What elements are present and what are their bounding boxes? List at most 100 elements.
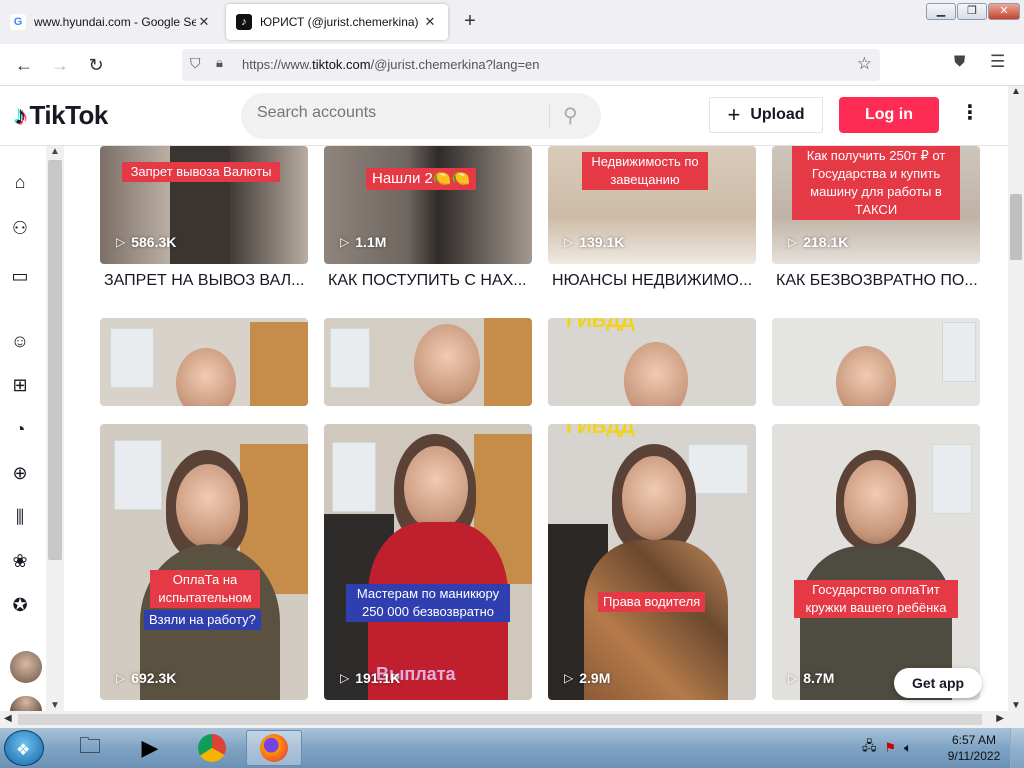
video-card[interactable]: Нашли 2🍋🍋 ▷ 1.1M: [324, 146, 532, 264]
avatar[interactable]: [10, 696, 42, 711]
video-title[interactable]: НЮАНСЫ НЕДВИЖИМО...: [552, 272, 760, 290]
minimize-button[interactable]: ▁: [926, 3, 956, 20]
tab-tiktok[interactable]: ♪ ЮРИСТ (@jurist.chemerkina) T ✕: [226, 4, 448, 40]
chrome-icon[interactable]: [184, 730, 240, 766]
new-tab-button[interactable]: +: [458, 10, 482, 34]
explorer-icon[interactable]: 🗀: [62, 730, 118, 766]
more-options-icon[interactable]: ⋮: [960, 100, 980, 125]
tiktok-logo[interactable]: ♪ TikTok: [14, 100, 108, 131]
close-tab-icon[interactable]: ✕: [196, 14, 212, 30]
shelf: [250, 322, 308, 406]
clock[interactable]: 6:57 AM 9/11/2022: [944, 732, 1004, 764]
person-face: [176, 464, 240, 548]
scrollbar-corner: [1008, 711, 1024, 728]
back-icon[interactable]: ←: [12, 53, 36, 77]
clock-date: 9/11/2022: [947, 749, 1001, 763]
scroll-right-icon[interactable]: ▶: [996, 713, 1004, 724]
video-preview[interactable]: ГИБДД: [548, 318, 756, 406]
video-preview[interactable]: [100, 318, 308, 406]
firefox-icon[interactable]: [246, 730, 302, 766]
url-text[interactable]: https://www.tiktok.com/@jurist.chemerkin…: [242, 57, 540, 72]
page-scrollbar[interactable]: ▲ ▼: [1008, 86, 1024, 711]
play-icon: ▷: [340, 671, 350, 685]
video-title[interactable]: КАК БЕЗВОЗВРАТНО ПО...: [776, 272, 984, 290]
forward-icon[interactable]: →: [48, 53, 72, 77]
video-caption: Мастерам по маникюру 250 000 безвозвратн…: [346, 584, 510, 622]
reload-icon[interactable]: ↻: [84, 53, 108, 77]
tiktok-header: ♪ TikTok ⚲ + Upload Log in ⋮: [0, 86, 1008, 146]
tab-google[interactable]: G www.hyundai.com - Google Sea ✕: [0, 4, 222, 40]
horizontal-scrollbar[interactable]: ◀ ▶: [0, 711, 1008, 728]
scroll-up-icon[interactable]: ▲: [1011, 86, 1021, 97]
show-desktop-button[interactable]: [1010, 728, 1024, 768]
shield-icon[interactable]: ⛉: [190, 55, 201, 72]
video-card[interactable]: Государство оплаТит кружки вашего ребёнк…: [772, 424, 980, 700]
play-icon: ▷: [564, 235, 574, 249]
video-caption: Государство оплаТит кружки вашего ребёнк…: [794, 580, 958, 618]
play-icon: ▷: [564, 671, 574, 685]
close-window-button[interactable]: ✕: [988, 3, 1020, 20]
video-preview[interactable]: [324, 318, 532, 406]
food-icon[interactable]: ◔: [8, 417, 32, 441]
view-count: ▷ 586.3K: [116, 234, 177, 250]
action-center-icon[interactable]: ⚑: [885, 740, 897, 756]
travel-icon[interactable]: ⊕: [8, 461, 32, 485]
play-icon: ▷: [340, 235, 350, 249]
video-card[interactable]: Как получить 250т ₽ от Государства и куп…: [772, 146, 980, 264]
view-count: ▷ 191.1K: [340, 670, 401, 686]
scroll-down-icon[interactable]: ▼: [50, 700, 60, 711]
scroll-up-icon[interactable]: ▲: [50, 146, 60, 157]
taskbar: ❖ 🗀 ▶ 🖧 ⚑ 🔈︎ 6:57 AM 9/11/2022: [0, 728, 1024, 768]
overlay-text: ГИБДД: [566, 424, 635, 438]
following-icon[interactable]: ⚇: [8, 216, 32, 240]
avatar[interactable]: [10, 651, 42, 683]
pocket-icon[interactable]: ⛊: [954, 53, 965, 70]
certificate-frame: [932, 444, 972, 514]
login-button[interactable]: Log in: [839, 97, 939, 133]
volume-icon[interactable]: 🔈︎: [904, 740, 912, 756]
view-count: ▷ 8.7M: [788, 670, 835, 686]
home-icon[interactable]: ⌂: [8, 170, 32, 194]
search-box: ⚲: [241, 93, 601, 139]
video-caption: Запрет вывоза Валюты: [122, 162, 280, 182]
sports-icon[interactable]: ✪: [8, 593, 32, 617]
bookmark-star-icon[interactable]: ☆: [857, 54, 872, 74]
scroll-left-icon[interactable]: ◀: [4, 713, 12, 724]
network-icon[interactable]: 🖧: [862, 737, 877, 759]
maximize-button[interactable]: ❐: [957, 3, 987, 20]
video-title[interactable]: ЗАПРЕТ НА ВЫВОЗ ВАЛ...: [104, 272, 312, 290]
video-card[interactable]: Мастерам по маникюру 250 000 безвозвратн…: [324, 424, 532, 700]
search-icon[interactable]: ⚲: [563, 103, 578, 128]
play-icon: ▷: [788, 671, 798, 685]
video-card[interactable]: Запрет вывоза Валюты ▷ 586.3K: [100, 146, 308, 264]
scrollbar-thumb[interactable]: [1010, 194, 1022, 260]
live-icon[interactable]: ▭: [8, 264, 32, 288]
certificate-frame: [114, 440, 162, 510]
hamburger-menu-icon[interactable]: ☰: [990, 52, 1005, 72]
overlay-text: ГИБДД: [566, 318, 635, 332]
gaming-icon[interactable]: ⊞: [8, 373, 32, 397]
beauty-icon[interactable]: ⫼: [8, 505, 32, 529]
video-preview[interactable]: [772, 318, 980, 406]
media-player-icon[interactable]: ▶: [122, 730, 178, 766]
scrollbar-thumb[interactable]: [48, 160, 62, 560]
scrollbar-thumb[interactable]: [18, 714, 982, 725]
comedy-icon[interactable]: ☺: [8, 329, 32, 353]
search-input[interactable]: [257, 104, 537, 122]
video-card[interactable]: Недвижимость по завещанию ▷ 139.1K: [548, 146, 756, 264]
url-bar[interactable]: ⛉ 🔒︎ https://www.tiktok.com/@jurist.chem…: [182, 49, 880, 81]
start-button[interactable]: ❖: [4, 730, 44, 766]
video-title[interactable]: КАК ПОСТУПИТЬ С НАХ...: [328, 272, 536, 290]
navigation-bar: ← → ↻ ⛉ 🔒︎ https://www.tiktok.com/@juris…: [0, 44, 1024, 86]
scroll-down-icon[interactable]: ▼: [1011, 700, 1021, 711]
get-app-button[interactable]: Get app: [894, 668, 982, 698]
sidebar-scrollbar[interactable]: ▲ ▼: [46, 146, 64, 711]
video-card[interactable]: ОплаТа на испытательном Взяли на работу?…: [100, 424, 308, 700]
close-tab-icon[interactable]: ✕: [422, 14, 438, 30]
upload-button[interactable]: + Upload: [709, 97, 823, 133]
certificate-frame: [688, 444, 748, 494]
video-card[interactable]: ГИБДД Права водителя ▷ 2.9M: [548, 424, 756, 700]
animals-icon[interactable]: ❀: [8, 549, 32, 573]
google-favicon-icon: G: [10, 14, 26, 30]
lock-icon[interactable]: 🔒︎: [216, 55, 223, 71]
